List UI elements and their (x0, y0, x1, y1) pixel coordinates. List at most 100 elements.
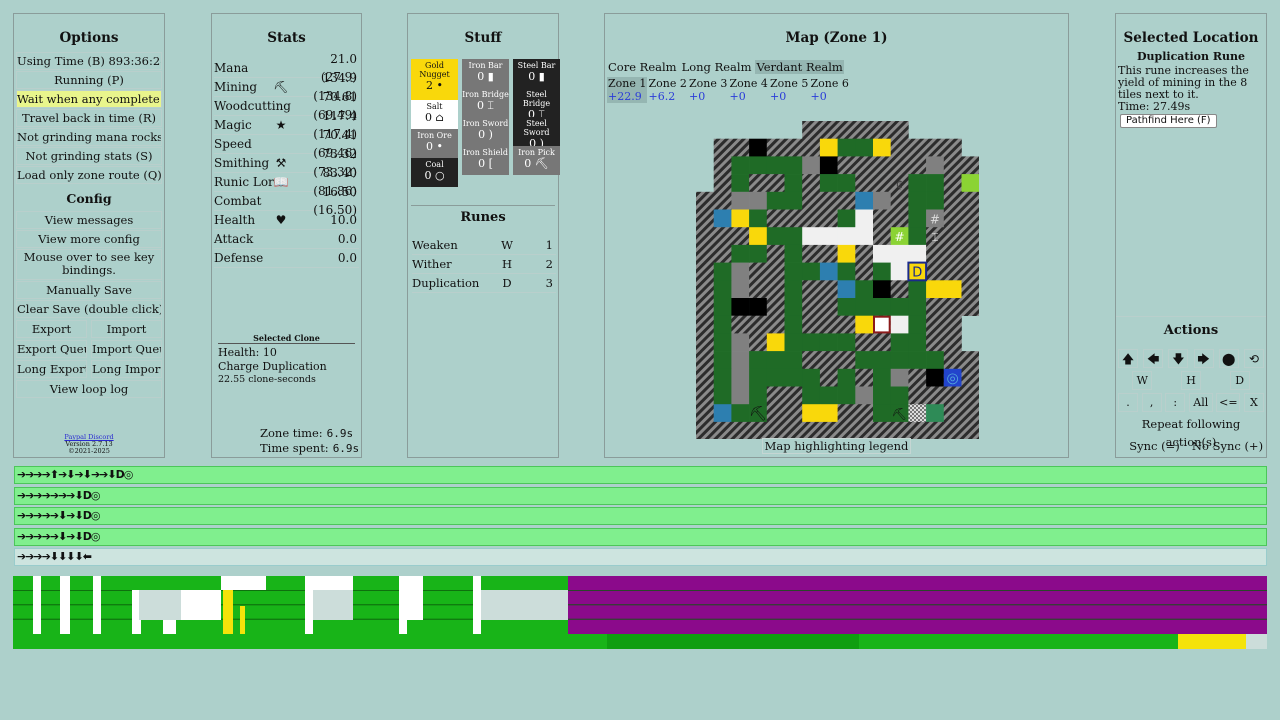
long-import-button[interactable]: Long Import (91, 360, 162, 378)
inventory-item[interactable]: Iron Ore 0 • (411, 129, 458, 158)
map-tile[interactable] (855, 138, 874, 157)
map-tile[interactable] (961, 209, 980, 228)
map-tile[interactable] (819, 262, 838, 281)
zone-tab[interactable]: Zone 6 +0 (810, 77, 850, 103)
map-tile[interactable] (926, 262, 945, 281)
inventory-item[interactable]: Steel Bridge 0 ⌶ (513, 88, 560, 121)
map-tile[interactable] (749, 262, 768, 281)
map-tile[interactable] (873, 280, 891, 299)
map-tile[interactable] (926, 298, 945, 316)
map-tile[interactable] (943, 351, 962, 370)
zone-tab[interactable]: Zone 4 +0 (729, 77, 769, 103)
map-tile[interactable] (819, 333, 838, 352)
map-tile[interactable] (766, 298, 785, 316)
map-tile[interactable] (908, 368, 927, 387)
map-tile[interactable] (837, 386, 856, 405)
map-tile[interactable] (855, 227, 874, 246)
map-tile[interactable] (908, 351, 927, 370)
map-tile[interactable] (943, 298, 962, 316)
map-tile[interactable] (943, 244, 962, 263)
map-tile[interactable] (784, 351, 803, 370)
map-tile[interactable] (961, 191, 980, 210)
map-tile[interactable] (731, 191, 750, 210)
map-tile[interactable] (713, 262, 732, 281)
map-tile[interactable] (837, 227, 856, 246)
map-tile[interactable] (926, 156, 945, 175)
map-tile[interactable] (819, 351, 838, 370)
map-tile[interactable] (696, 421, 714, 439)
map-tile[interactable] (837, 368, 856, 387)
inventory-item[interactable]: Iron Sword 0 ) (462, 117, 509, 146)
map-tile[interactable] (819, 209, 838, 228)
map-tile[interactable] (837, 121, 856, 139)
map-tile[interactable] (731, 244, 750, 263)
map-tile[interactable] (873, 421, 891, 439)
map-tile[interactable] (819, 280, 838, 299)
inventory-item[interactable]: Gold Nugget 2 • (411, 59, 458, 100)
map-tile[interactable] (731, 368, 750, 387)
inventory-item[interactable]: Iron Bridge 0 ⌶ (462, 88, 509, 117)
map-tile[interactable] (873, 298, 891, 316)
map-tile[interactable] (784, 138, 803, 157)
map-tile[interactable] (713, 421, 732, 439)
map-tile[interactable] (819, 121, 838, 139)
inventory-item[interactable]: Steel Bar 0 ▮ (513, 59, 560, 88)
move-left-icon[interactable]: 🡄 (1143, 348, 1164, 368)
map-tile[interactable] (908, 244, 927, 263)
map-tile[interactable] (731, 421, 750, 439)
map-tile[interactable] (961, 262, 980, 281)
map-tile[interactable] (961, 421, 980, 439)
map-tile[interactable] (890, 156, 909, 175)
map-tile[interactable] (696, 298, 714, 316)
map-tile[interactable] (766, 262, 785, 281)
map-tile[interactable] (855, 333, 874, 352)
map-tile[interactable] (855, 315, 874, 334)
map-tile[interactable] (731, 404, 750, 423)
map-tile[interactable] (784, 262, 803, 281)
map-tile[interactable] (943, 156, 962, 175)
map-tile[interactable] (819, 368, 838, 387)
map-tile[interactable] (943, 191, 962, 210)
map-tile[interactable] (819, 315, 838, 334)
map-tile[interactable] (749, 351, 768, 370)
map-tile[interactable] (696, 244, 714, 263)
map-tile[interactable] (713, 209, 732, 228)
map-tile[interactable] (837, 209, 856, 228)
map-tile[interactable] (961, 174, 980, 193)
grind-stats-button[interactable]: Not grinding stats (S) (16, 147, 162, 165)
map-tile[interactable] (731, 262, 750, 281)
map-tile[interactable] (713, 156, 732, 175)
map-tile[interactable] (731, 138, 750, 157)
zone-tab[interactable]: Zone 2 +6.2 (648, 77, 688, 103)
load-zone-route-button[interactable]: Load only zone route (Q) (16, 166, 162, 184)
pathfind-button[interactable]: Pathfind Here (F) (1120, 114, 1217, 128)
map-tile[interactable] (731, 333, 750, 352)
map-tile[interactable] (766, 138, 785, 157)
wait-comma-button[interactable]: , (1141, 392, 1162, 412)
map-tile[interactable] (908, 191, 927, 210)
map-tile[interactable] (961, 298, 980, 316)
sync-button[interactable]: Sync (=) (1118, 437, 1191, 456)
map-tile[interactable] (766, 333, 785, 352)
export-button[interactable]: Export (16, 320, 87, 338)
map-tile[interactable] (943, 209, 962, 228)
wait-complete-button[interactable]: Wait when any complete (W) (16, 90, 162, 108)
map-tile[interactable] (961, 280, 980, 299)
map-tile[interactable] (731, 386, 750, 405)
map-tile[interactable] (731, 209, 750, 228)
map-tile[interactable] (784, 421, 803, 439)
map-tile[interactable] (908, 298, 927, 316)
map-tile[interactable] (873, 191, 891, 210)
map-tile[interactable] (713, 315, 732, 334)
map-tile[interactable] (749, 368, 768, 387)
clear-button[interactable]: X (1243, 392, 1264, 412)
realm-tab-verdant[interactable]: Verdant Realm (755, 60, 844, 74)
map-tile[interactable] (837, 191, 856, 210)
map-tile[interactable] (890, 298, 909, 316)
map-tile[interactable] (713, 138, 732, 157)
map-tile[interactable] (713, 174, 732, 193)
view-more-config-button[interactable]: View more config (16, 230, 162, 248)
map-tile[interactable] (855, 351, 874, 370)
map-tile[interactable] (873, 138, 891, 157)
map-tile[interactable] (855, 368, 874, 387)
